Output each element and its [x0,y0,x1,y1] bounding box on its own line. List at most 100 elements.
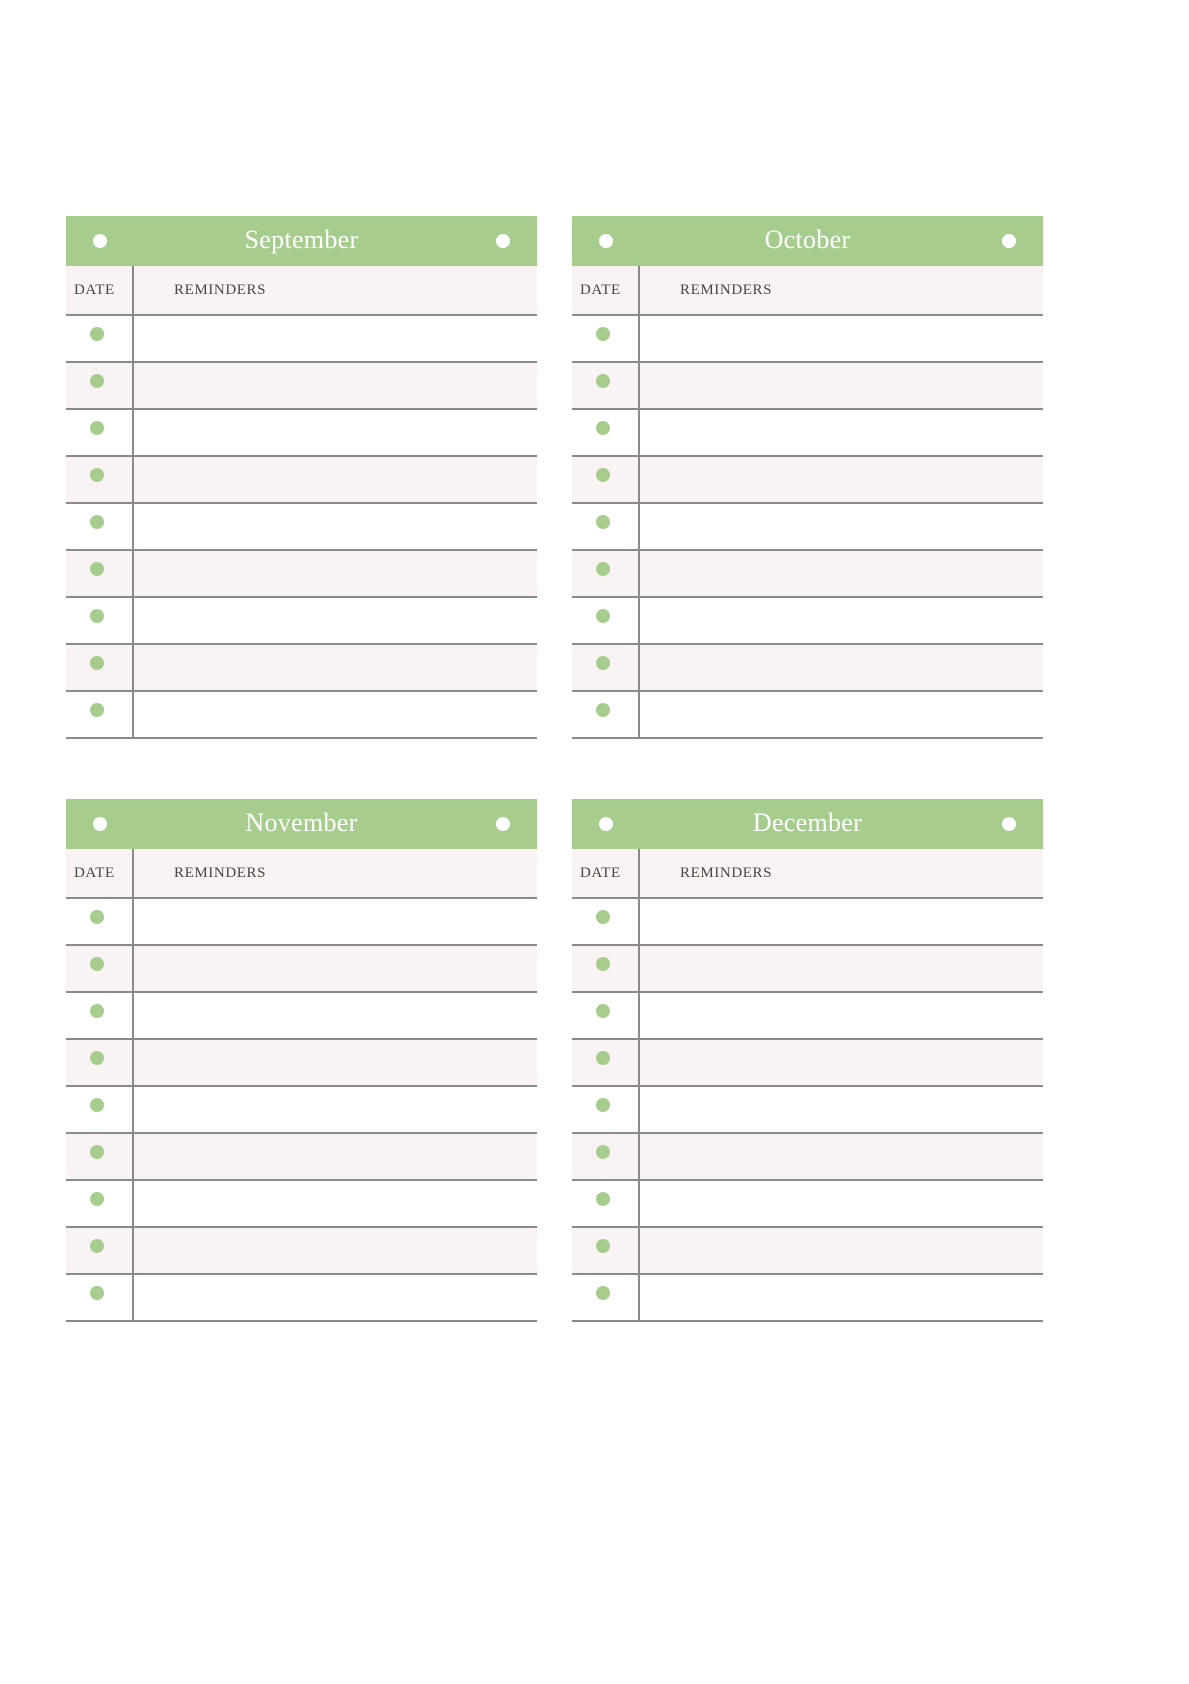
date-cell[interactable] [66,1228,134,1273]
table-row[interactable] [572,645,1043,692]
table-row[interactable] [66,1040,537,1087]
table-row[interactable] [66,410,537,457]
table-row[interactable] [572,1040,1043,1087]
table-row[interactable] [572,946,1043,993]
date-cell[interactable] [572,692,640,737]
table-row[interactable] [572,1134,1043,1181]
date-cell[interactable] [572,1087,640,1132]
reminder-cell[interactable] [640,993,1043,1038]
date-cell[interactable] [66,1087,134,1132]
table-row[interactable] [66,1134,537,1181]
table-row[interactable] [572,1087,1043,1134]
table-row[interactable] [572,598,1043,645]
reminder-cell[interactable] [134,692,537,737]
date-cell[interactable] [572,993,640,1038]
reminder-cell[interactable] [134,504,537,549]
table-row[interactable] [572,363,1043,410]
table-row[interactable] [572,899,1043,946]
date-cell[interactable] [66,551,134,596]
reminder-cell[interactable] [640,410,1043,455]
reminder-cell[interactable] [640,551,1043,596]
table-row[interactable] [572,1228,1043,1275]
date-cell[interactable] [66,316,134,361]
table-row[interactable] [572,504,1043,551]
date-cell[interactable] [572,410,640,455]
date-cell[interactable] [572,457,640,502]
table-row[interactable] [66,946,537,993]
date-cell[interactable] [572,899,640,944]
table-row[interactable] [572,457,1043,504]
reminder-cell[interactable] [134,645,537,690]
date-cell[interactable] [572,645,640,690]
reminder-cell[interactable] [640,692,1043,737]
reminder-cell[interactable] [134,1228,537,1273]
table-row[interactable] [66,551,537,598]
table-row[interactable] [572,993,1043,1040]
reminder-cell[interactable] [640,363,1043,408]
table-row[interactable] [66,899,537,946]
table-row[interactable] [66,363,537,410]
reminder-cell[interactable] [640,1134,1043,1179]
date-cell[interactable] [66,410,134,455]
reminder-cell[interactable] [640,1228,1043,1273]
reminder-cell[interactable] [134,316,537,361]
date-cell[interactable] [572,1134,640,1179]
date-cell[interactable] [66,946,134,991]
reminder-cell[interactable] [640,1275,1043,1320]
reminder-cell[interactable] [640,1181,1043,1226]
date-cell[interactable] [66,1181,134,1226]
reminder-cell[interactable] [640,598,1043,643]
table-row[interactable] [66,993,537,1040]
reminder-cell[interactable] [640,1040,1043,1085]
reminder-cell[interactable] [134,1134,537,1179]
date-cell[interactable] [572,946,640,991]
date-cell[interactable] [572,1275,640,1320]
reminder-cell[interactable] [134,363,537,408]
table-row[interactable] [66,1228,537,1275]
date-cell[interactable] [66,899,134,944]
table-row[interactable] [66,645,537,692]
table-row[interactable] [572,551,1043,598]
date-cell[interactable] [66,692,134,737]
reminder-cell[interactable] [134,899,537,944]
reminder-cell[interactable] [134,1181,537,1226]
table-row[interactable] [572,316,1043,363]
date-cell[interactable] [572,1228,640,1273]
date-cell[interactable] [66,504,134,549]
table-row[interactable] [66,1181,537,1228]
reminder-cell[interactable] [134,1275,537,1320]
date-cell[interactable] [66,1134,134,1179]
reminder-cell[interactable] [134,1040,537,1085]
date-cell[interactable] [66,1275,134,1320]
date-cell[interactable] [66,598,134,643]
reminder-cell[interactable] [640,504,1043,549]
date-cell[interactable] [572,598,640,643]
reminder-cell[interactable] [134,993,537,1038]
table-row[interactable] [572,692,1043,739]
reminder-cell[interactable] [640,645,1043,690]
reminder-cell[interactable] [134,1087,537,1132]
table-row[interactable] [66,457,537,504]
reminder-cell[interactable] [640,316,1043,361]
table-row[interactable] [572,1181,1043,1228]
date-cell[interactable] [572,363,640,408]
table-row[interactable] [66,598,537,645]
reminder-cell[interactable] [134,457,537,502]
date-cell[interactable] [572,1181,640,1226]
reminder-cell[interactable] [640,1087,1043,1132]
table-row[interactable] [66,1087,537,1134]
date-cell[interactable] [66,457,134,502]
reminder-cell[interactable] [134,598,537,643]
reminder-cell[interactable] [640,457,1043,502]
date-cell[interactable] [66,645,134,690]
date-cell[interactable] [572,1040,640,1085]
date-cell[interactable] [572,551,640,596]
date-cell[interactable] [66,1040,134,1085]
table-row[interactable] [66,504,537,551]
reminder-cell[interactable] [640,899,1043,944]
date-cell[interactable] [66,363,134,408]
reminder-cell[interactable] [640,946,1043,991]
reminder-cell[interactable] [134,551,537,596]
reminder-cell[interactable] [134,946,537,991]
table-row[interactable] [66,692,537,739]
